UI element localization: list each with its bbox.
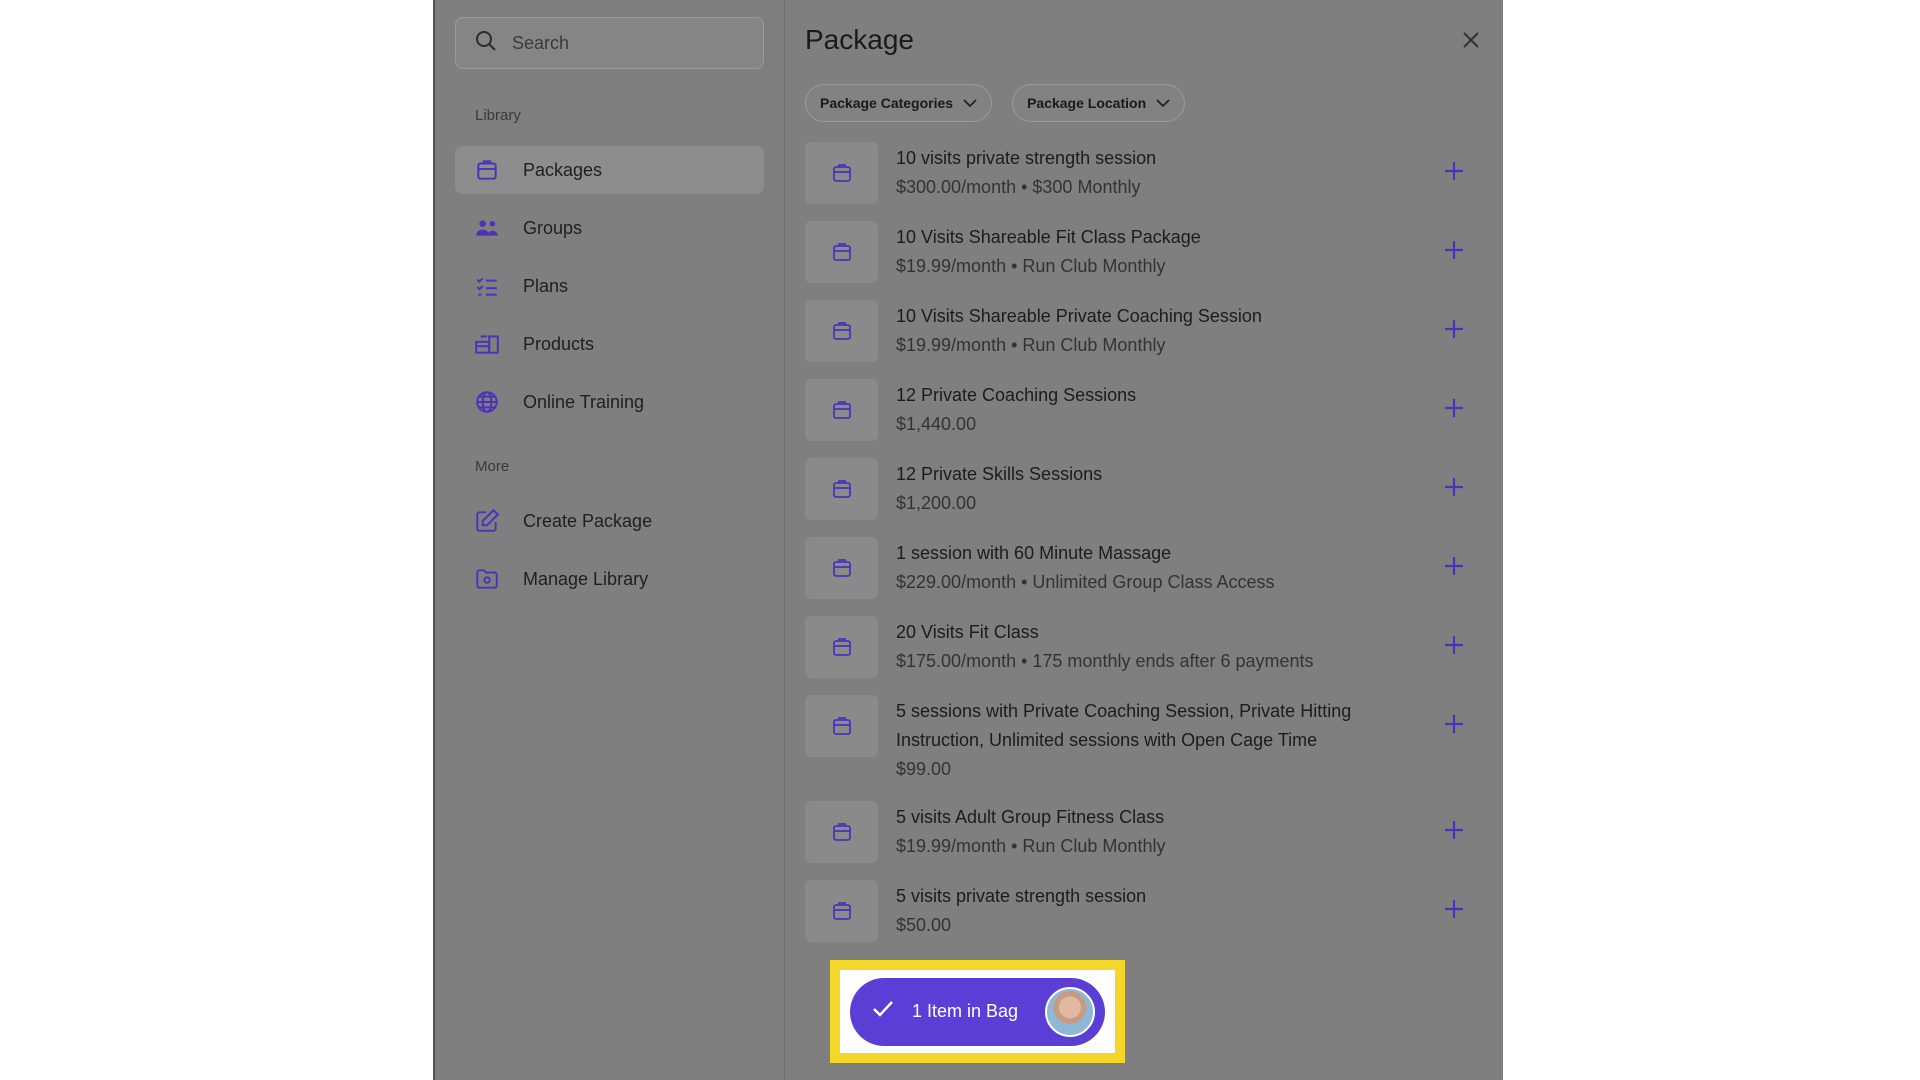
package-price: $19.99/month • Run Club Monthly	[896, 836, 1166, 856]
sidebar-item-create-package[interactable]: Create Package	[455, 497, 764, 545]
list-item[interactable]: 10 Visits Shareable Fit Class Package $19…	[805, 221, 1483, 283]
list-item[interactable]: 1 session with 60 Minute Massage $229.00/…	[805, 537, 1483, 599]
add-icon[interactable]	[1439, 815, 1469, 845]
bag-button[interactable]: 1 Item in Bag	[850, 977, 1105, 1046]
search-box[interactable]	[455, 17, 764, 69]
more-section-label: More	[475, 458, 510, 475]
package-price: $229.00/month • Unlimited Group Class Ac…	[896, 572, 1275, 592]
package-name: 10 Visits Shareable Fit Class Package	[896, 227, 1201, 247]
list-item[interactable]: 10 Visits Shareable Private Coaching Ses…	[805, 300, 1483, 362]
globe-icon	[473, 388, 501, 416]
add-icon[interactable]	[1439, 235, 1469, 265]
add-icon[interactable]	[1439, 314, 1469, 344]
sidebar-item-label: Create Package	[523, 510, 653, 531]
package-price: $99.00	[896, 759, 952, 779]
filter-label: Package Categories	[820, 95, 954, 111]
page-title: Package	[805, 24, 914, 55]
package-icon	[805, 880, 878, 942]
package-name: 5 visits Adult Group Fitness Class	[896, 807, 1165, 827]
sidebar-item-label: Plans	[523, 275, 569, 296]
add-icon[interactable]	[1439, 551, 1469, 581]
add-icon[interactable]	[1439, 393, 1469, 423]
list-item[interactable]: 5 visits private strength session $50.00	[805, 880, 1483, 942]
package-name: 10 Visits Shareable Private Coaching Ses…	[896, 306, 1262, 326]
package-icon	[805, 300, 878, 362]
package-icon	[805, 142, 878, 204]
list-item[interactable]: 12 Private Coaching Sessions $1,440.00	[805, 379, 1483, 441]
sidebar-item-packages[interactable]: Packages	[455, 146, 764, 194]
add-icon[interactable]	[1439, 472, 1469, 502]
package-price: $50.00	[896, 915, 952, 935]
sidebar-item-plans[interactable]: Plans	[455, 262, 764, 310]
library-modal: Library Packages Groups Plans Products	[433, 0, 1503, 1080]
sidebar-item-products[interactable]: Products	[455, 320, 764, 368]
package-categories-filter[interactable]: Package Categories	[805, 84, 993, 122]
avatar	[1045, 986, 1095, 1037]
add-icon[interactable]	[1439, 709, 1469, 739]
package-name: 5 sessions with Private Coaching Session…	[896, 701, 1352, 750]
list-item[interactable]: 10 visits private strength session $300.0…	[805, 142, 1483, 204]
plans-icon	[473, 272, 501, 300]
package-icon	[805, 801, 878, 863]
package-name: 12 Private Skills Sessions	[896, 464, 1103, 484]
filter-label: Package Location	[1027, 95, 1147, 111]
chevron-down-icon	[1156, 95, 1170, 111]
search-input[interactable]	[512, 32, 732, 54]
package-panel: Package Package Categories Package Locat…	[785, 0, 1503, 1080]
groups-icon	[473, 214, 501, 242]
package-list: 10 visits private strength session $300.0…	[805, 142, 1483, 942]
list-item[interactable]: 12 Private Skills Sessions $1,200.00	[805, 458, 1483, 520]
sidebar-item-label: Online Training	[523, 391, 645, 412]
check-icon	[872, 1000, 894, 1023]
sidebar-item-label: Packages	[523, 159, 603, 180]
package-price: $300.00/month • $300 Monthly	[896, 177, 1141, 197]
sidebar: Library Packages Groups Plans Products	[435, 0, 785, 1080]
sidebar-item-label: Groups	[523, 217, 583, 238]
package-name: 1 session with 60 Minute Massage	[896, 543, 1172, 563]
add-icon[interactable]	[1439, 894, 1469, 924]
chevron-down-icon	[963, 95, 977, 111]
folder-icon	[473, 565, 501, 593]
list-item[interactable]: 20 Visits Fit Class $175.00/month • 175 m…	[805, 616, 1483, 678]
sidebar-item-manage-library[interactable]: Manage Library	[455, 555, 764, 603]
bag-highlight: 1 Item in Bag	[830, 960, 1125, 1063]
package-name: 12 Private Coaching Sessions	[896, 385, 1137, 405]
package-icon	[805, 616, 878, 678]
package-name: 5 visits private strength session	[896, 886, 1147, 906]
package-icon	[805, 221, 878, 283]
sidebar-item-groups[interactable]: Groups	[455, 204, 764, 252]
list-item[interactable]: 5 visits Adult Group Fitness Class $19.99…	[805, 801, 1483, 863]
bag-label: 1 Item in Bag	[912, 1001, 1019, 1021]
package-price: $1,440.00	[896, 414, 977, 434]
package-price: $19.99/month • Run Club Monthly	[896, 256, 1166, 276]
package-price: $175.00/month • 175 monthly ends after 6…	[896, 651, 1314, 671]
package-icon	[805, 537, 878, 599]
package-location-filter[interactable]: Package Location	[1012, 84, 1186, 122]
package-name: 10 visits private strength session	[896, 148, 1157, 168]
search-icon	[474, 29, 498, 58]
list-item[interactable]: 5 sessions with Private Coaching Session…	[805, 695, 1483, 784]
edit-icon	[473, 507, 501, 535]
package-icon	[805, 458, 878, 520]
sidebar-item-label: Manage Library	[523, 568, 649, 589]
add-icon[interactable]	[1439, 156, 1469, 186]
add-icon[interactable]	[1439, 630, 1469, 660]
sidebar-item-online-training[interactable]: Online Training	[455, 378, 764, 426]
package-icon	[805, 695, 878, 757]
close-icon[interactable]	[1459, 28, 1483, 52]
sidebar-item-label: Products	[523, 333, 595, 354]
package-icon	[473, 156, 501, 184]
package-price: $19.99/month • Run Club Monthly	[896, 335, 1166, 355]
package-icon	[805, 379, 878, 441]
library-section-label: Library	[475, 107, 521, 124]
products-icon	[473, 330, 501, 358]
package-price: $1,200.00	[896, 493, 977, 513]
package-name: 20 Visits Fit Class	[896, 622, 1039, 642]
